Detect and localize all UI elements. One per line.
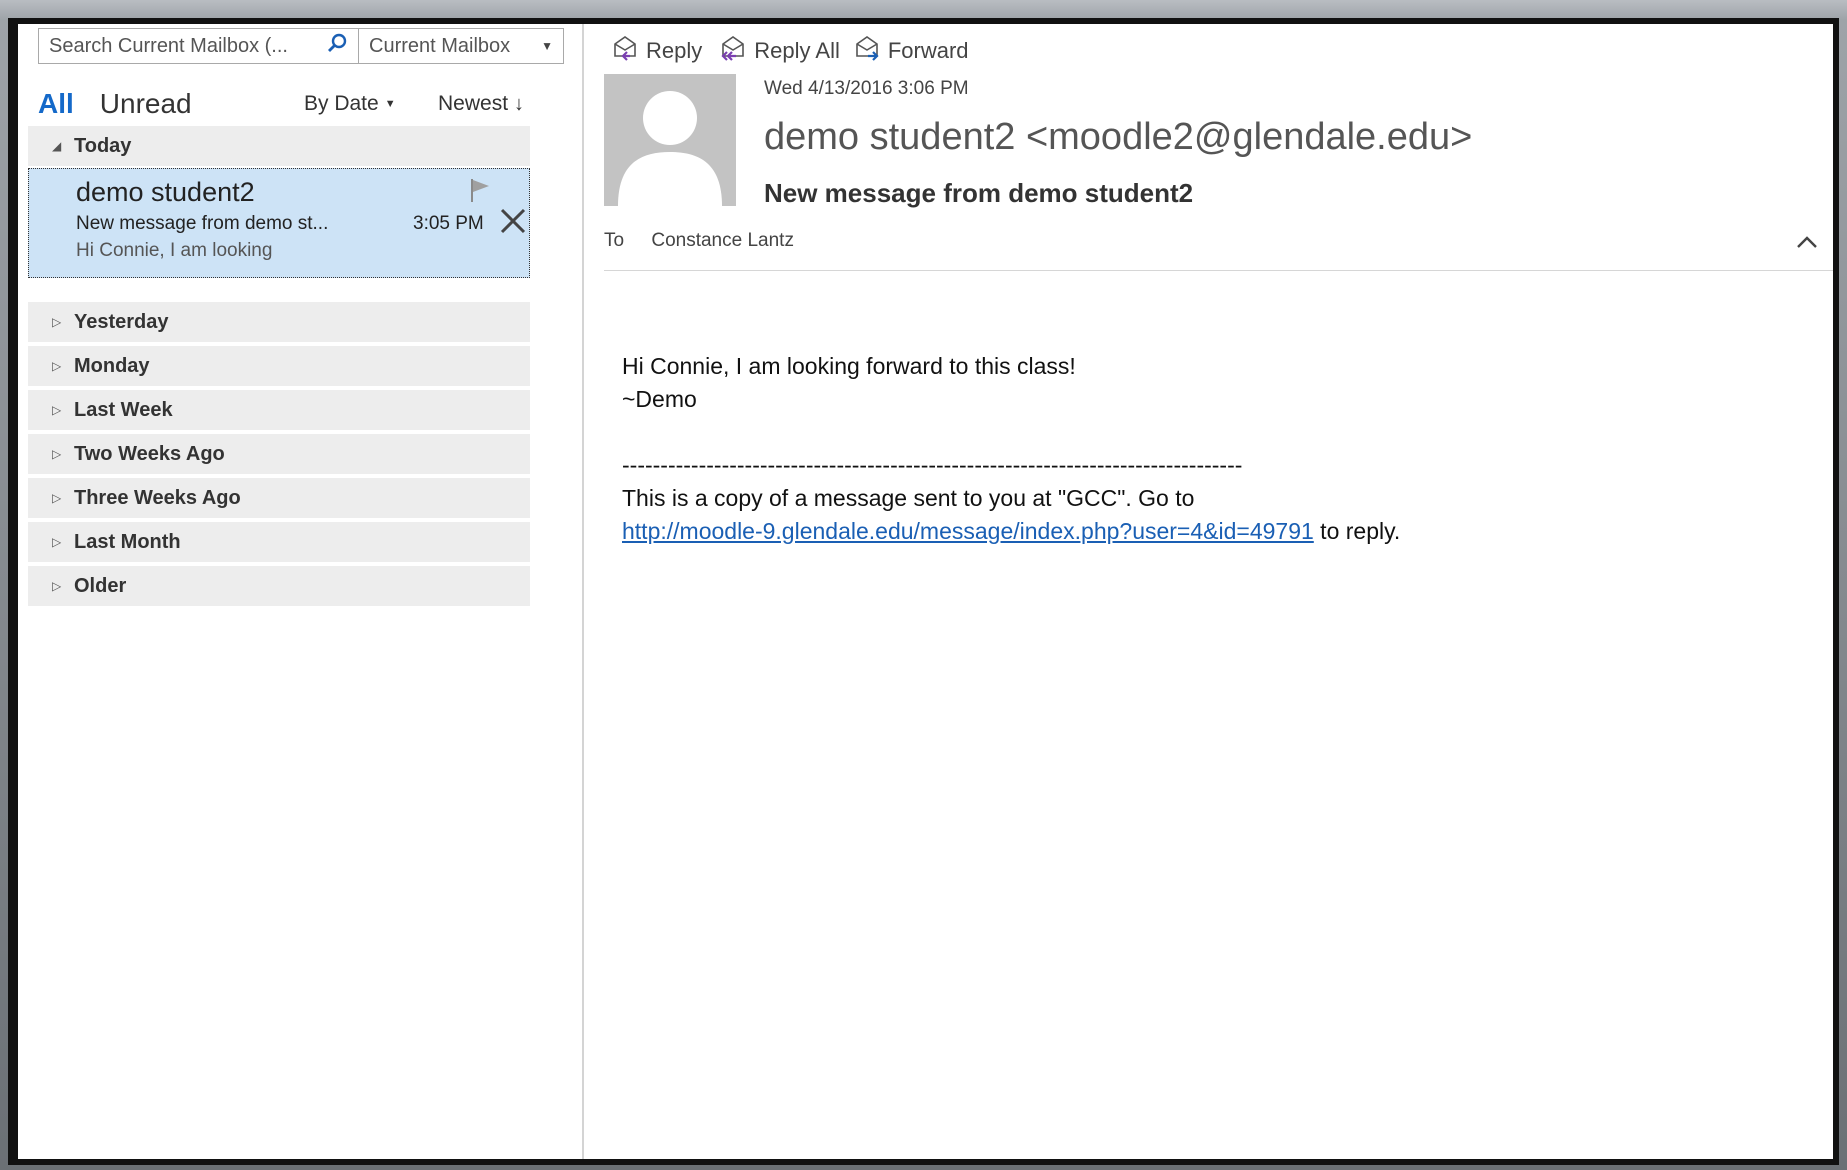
group-header-two-weeks-ago[interactable]: ▷ Two Weeks Ago: [28, 434, 530, 474]
message-actions: Reply Reply All Forward: [612, 34, 969, 68]
reply-all-icon: [716, 34, 750, 68]
body-signature: ~Demo: [622, 386, 697, 412]
search-placeholder: Search Current Mailbox (...: [49, 34, 288, 57]
flag-icon[interactable]: [469, 177, 493, 208]
search-icon[interactable]: [326, 32, 348, 60]
body-copy-note: This is a copy of a message sent to you …: [622, 485, 1195, 511]
avatar: [604, 74, 736, 206]
mail-preview: Hi Connie, I am looking: [76, 240, 273, 261]
group-header-today[interactable]: ◢ Today: [28, 126, 530, 166]
reply-icon: [612, 34, 642, 68]
message-subject: New message from demo student2: [764, 178, 1194, 208]
sort-by-label: By Date: [304, 92, 379, 115]
group-header-three-weeks-ago[interactable]: ▷ Three Weeks Ago: [28, 478, 530, 518]
group-header-older[interactable]: ▷ Older: [28, 566, 530, 606]
collapsed-triangle-icon: ▷: [52, 579, 62, 593]
recipient-name[interactable]: Constance Lantz: [651, 230, 794, 251]
chevron-down-icon: ▼: [541, 39, 553, 53]
forward-icon: [854, 34, 884, 68]
mail-item-selected[interactable]: demo student2 New message from demo st..…: [28, 168, 530, 278]
group-header-last-week[interactable]: ▷ Last Week: [28, 390, 530, 430]
caret-down-icon: ▼: [384, 98, 396, 111]
collapsed-triangle-icon: ▷: [52, 491, 62, 505]
reply-button[interactable]: Reply: [612, 34, 702, 68]
collapsed-triangle-icon: ▷: [52, 447, 62, 461]
search-scope-dropdown[interactable]: Current Mailbox ▼: [359, 29, 563, 63]
collapsed-triangle-icon: ▷: [52, 535, 62, 549]
reading-pane: Reply Reply All Forward Wed 4/13/2016 3:…: [584, 24, 1833, 1159]
mail-sender: demo student2: [76, 177, 255, 207]
screen-frame: Search Current Mailbox (... Current Mail…: [0, 0, 1847, 1170]
group-header-yesterday[interactable]: ▷ Yesterday: [28, 302, 530, 342]
group-header-monday[interactable]: ▷ Monday: [28, 346, 530, 386]
body-link-line: http://moodle-9.glendale.edu/message/ind…: [622, 515, 1400, 548]
message-recipients: To Constance Lantz: [604, 230, 794, 252]
group-label: Two Weeks Ago: [74, 442, 225, 465]
message-date: Wed 4/13/2016 3:06 PM: [764, 78, 969, 99]
sort-order-toggle[interactable]: Newest ↓: [438, 92, 524, 116]
reply-label: Reply: [646, 38, 703, 63]
search-input[interactable]: Search Current Mailbox (...: [39, 29, 359, 63]
mail-time: 3:05 PM: [413, 213, 484, 234]
filter-row: All Unread By Date ▼ Newest ↓: [38, 84, 548, 124]
app-area: Search Current Mailbox (... Current Mail…: [18, 24, 1833, 1159]
group-label: Last Month: [74, 530, 181, 553]
mail-list-pane: Search Current Mailbox (... Current Mail…: [18, 24, 584, 1159]
to-label: To: [604, 230, 625, 251]
arrow-down-icon: ↓: [514, 93, 525, 115]
group-label: Three Weeks Ago: [74, 486, 241, 509]
body-greeting: Hi Connie, I am looking forward to this …: [622, 353, 1076, 379]
chevron-up-icon[interactable]: [1795, 234, 1819, 255]
forward-label: Forward: [887, 38, 969, 63]
reply-link[interactable]: http://moodle-9.glendale.edu/message/ind…: [622, 518, 1314, 544]
filter-unread-tab[interactable]: Unread: [100, 88, 192, 120]
message-from[interactable]: demo student2 <moodle2@glendale.edu>: [764, 116, 1472, 159]
search-scope-label: Current Mailbox: [369, 34, 511, 57]
filter-all-tab[interactable]: All: [38, 88, 74, 120]
outlook-window: Search Current Mailbox (... Current Mail…: [8, 18, 1839, 1165]
link-suffix: to reply.: [1313, 518, 1401, 544]
group-label: Today: [74, 134, 132, 157]
body-separator: ----------------------------------------…: [622, 452, 1243, 478]
sort-order-label: Newest: [438, 92, 509, 115]
collapsed-triangle-icon: ▷: [52, 359, 62, 373]
group-label: Last Week: [74, 398, 173, 421]
group-label: Yesterday: [74, 310, 169, 333]
expanded-triangle-icon: ◢: [52, 139, 62, 153]
group-label: Monday: [74, 354, 150, 377]
group-label: Older: [74, 574, 127, 597]
close-icon[interactable]: [499, 207, 527, 240]
forward-button[interactable]: Forward: [854, 34, 969, 68]
search-bar: Search Current Mailbox (... Current Mail…: [38, 28, 564, 64]
collapsed-triangle-icon: ▷: [52, 403, 62, 417]
group-header-last-month[interactable]: ▷ Last Month: [28, 522, 530, 562]
mail-subject: New message from demo st...: [76, 213, 329, 234]
reply-all-button[interactable]: Reply All: [716, 34, 840, 68]
collapsed-triangle-icon: ▷: [52, 315, 62, 329]
header-divider: [604, 270, 1833, 271]
message-body: Hi Connie, I am looking forward to this …: [622, 350, 1400, 548]
reply-all-label: Reply All: [754, 38, 840, 63]
sort-by-dropdown[interactable]: By Date ▼: [304, 92, 396, 116]
